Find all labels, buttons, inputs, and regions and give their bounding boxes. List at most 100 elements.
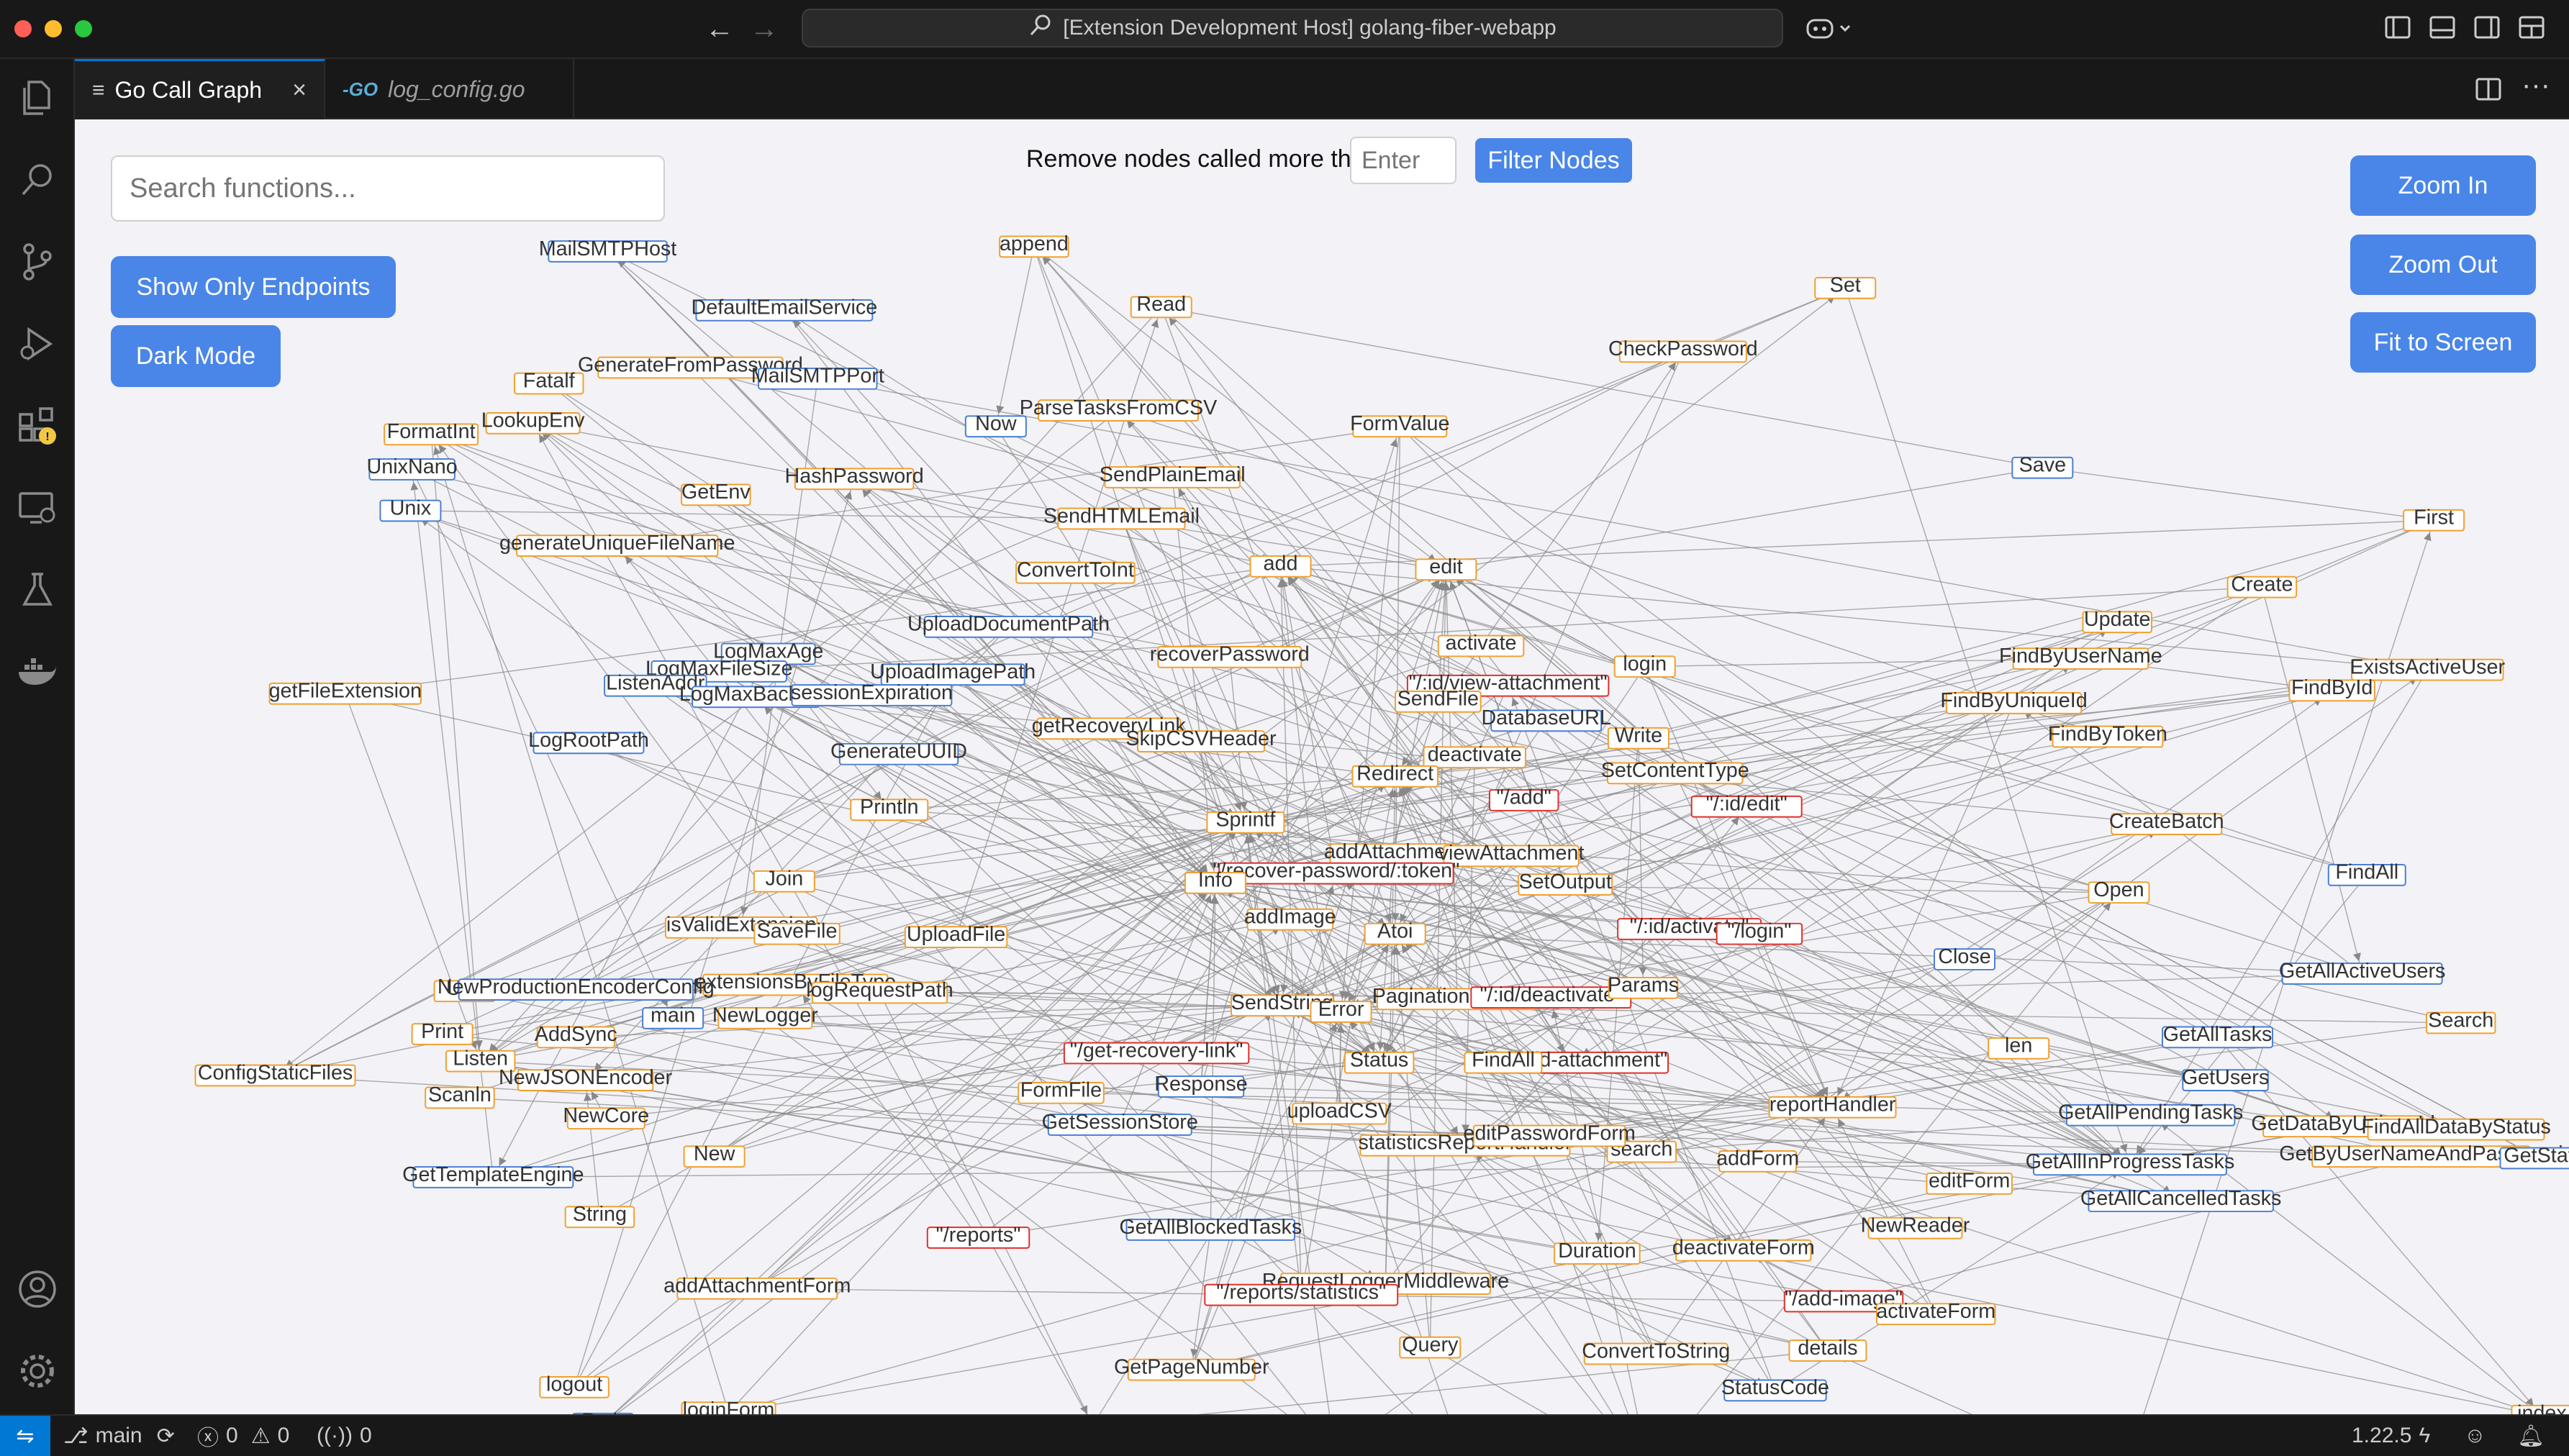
graph-node-sendplainemail[interactable]: SendPlainEmail xyxy=(1100,463,1246,488)
graph-node-getusers[interactable]: GetUsers xyxy=(2182,1066,2269,1091)
graph-node-add[interactable]: "/add" xyxy=(1488,786,1559,811)
graph-node-findbyusername[interactable]: FindByUserName xyxy=(1999,645,2162,670)
graph-node-databaseurl[interactable]: DatabaseURL xyxy=(1481,706,1611,732)
graph-node-editpasswordform[interactable]: editPasswordForm xyxy=(1463,1121,1636,1147)
graph-node-set[interactable]: Set xyxy=(1814,274,1877,299)
zoom-out-button[interactable]: Zoom Out xyxy=(2350,235,2536,295)
graph-node-update[interactable]: Update xyxy=(2082,608,2152,634)
graph-node-addsync[interactable]: AddSync xyxy=(535,1023,617,1049)
problems-indicator[interactable]: ⓧ 0 ⚠ 0 xyxy=(197,1416,289,1456)
graph-node-configstaticfiles[interactable]: ConfigStaticFiles xyxy=(194,1061,356,1087)
graph-node-params[interactable]: Params xyxy=(1608,974,1679,999)
graph-node-getallpendingtasks[interactable]: GetAllPendingTasks xyxy=(2058,1101,2243,1127)
graph-node-print[interactable]: Print xyxy=(411,1020,474,1045)
graph-node-reports[interactable]: "/reports" xyxy=(926,1224,1030,1249)
files-icon[interactable] xyxy=(16,76,59,119)
graph-node-recoverpassword[interactable]: recoverPassword xyxy=(1150,643,1310,668)
graph-node-append[interactable]: append xyxy=(999,232,1069,258)
search-icon[interactable] xyxy=(16,158,59,201)
toggle-secondary-sidebar-icon[interactable] xyxy=(2473,13,2504,45)
graph-node-unixnano[interactable]: UnixNano xyxy=(367,455,458,481)
call-graph-svg[interactable]: MailSMTPHost append Read Set DefaultEmailSer… xyxy=(75,119,2569,1414)
graph-node-join[interactable]: Join xyxy=(753,868,815,893)
graph-node-details[interactable]: details xyxy=(1788,1337,1867,1362)
back-arrow-icon[interactable]: ← xyxy=(702,10,737,47)
graph-node-error[interactable]: Error xyxy=(1310,998,1372,1023)
graph-node-redirect[interactable]: Redirect xyxy=(1351,763,1438,788)
graph-node-status[interactable]: Status xyxy=(1344,1049,1415,1074)
graph-node-edit[interactable]: edit xyxy=(1415,555,1477,581)
graph-node-get-recovery-link[interactable]: "/get-recovery-link" xyxy=(1063,1039,1250,1065)
close-window-button[interactable] xyxy=(14,20,32,37)
graph-node-converttoint[interactable]: ConvertToInt xyxy=(1015,559,1136,584)
graph-node-formvalue[interactable]: FormValue xyxy=(1350,412,1450,438)
graph-node-getallcancelledtasks[interactable]: GetAllCancelledTasks xyxy=(2080,1187,2281,1213)
testing-icon[interactable] xyxy=(16,568,59,611)
graph-node-parsetasksfromcsv[interactable]: ParseTasksFromCSV xyxy=(1020,396,1218,422)
graph-node-scanln[interactable]: Scanln xyxy=(425,1083,495,1109)
graph-node-defaultemailservice[interactable]: DefaultEmailService xyxy=(692,296,878,322)
zoom-in-button[interactable]: Zoom In xyxy=(2350,155,2536,216)
graph-node-newcore[interactable]: NewCore xyxy=(563,1104,649,1130)
graph-node-statuscode[interactable]: StatusCode xyxy=(1721,1376,1829,1402)
graph-node-getallblockedtasks[interactable]: GetAllBlockedTasks xyxy=(1119,1216,1302,1241)
graph-node-id-deactivate[interactable]: "/:id/deactivate" xyxy=(1470,983,1632,1009)
graph-node-login[interactable]: "/login" xyxy=(1716,919,1803,945)
call-graph-canvas[interactable]: MailSMTPHost append Read Set DefaultEmailSer… xyxy=(75,119,2569,1414)
graph-node-gettemplateengine[interactable]: GetTemplateEngine xyxy=(402,1163,584,1188)
max-calls-input[interactable] xyxy=(1350,137,1456,184)
graph-node-viewattachment[interactable]: viewAttachment xyxy=(1438,842,1585,868)
graph-node-createbatch[interactable]: CreateBatch xyxy=(2109,810,2224,835)
graph-node-sendfile[interactable]: SendFile xyxy=(1395,688,1482,713)
go-version-indicator[interactable]: 1.22.5 ϟ xyxy=(2352,1416,2430,1456)
graph-node-unix[interactable]: Unix xyxy=(379,496,442,522)
customize-layout-icon[interactable] xyxy=(2517,13,2549,45)
graph-node-activateform[interactable]: activateForm xyxy=(1876,1300,1996,1326)
graph-node-findalldatabystatus[interactable]: FindAllDataByStatus xyxy=(2361,1115,2551,1141)
toggle-primary-sidebar-icon[interactable] xyxy=(2383,13,2415,45)
graph-node-formatint[interactable]: FormatInt xyxy=(384,420,479,446)
graph-node-findall[interactable]: FindAll xyxy=(1464,1049,1543,1074)
more-actions-icon[interactable]: ··· xyxy=(2519,69,2553,109)
graph-node-logout[interactable]: logout xyxy=(539,1373,610,1398)
graph-node-id-edit[interactable]: "/:id/edit" xyxy=(1690,793,1803,818)
sync-icon[interactable]: ⟳ xyxy=(157,1424,175,1449)
settings-gear-icon[interactable] xyxy=(16,1350,59,1393)
graph-node-index[interactable]: index xyxy=(2511,1402,2569,1414)
graph-node-hashpassword[interactable]: HashPassword xyxy=(785,465,924,491)
graph-node-getfileextension[interactable]: getFileExtension xyxy=(268,680,422,705)
split-editor-icon[interactable] xyxy=(2474,75,2503,104)
graph-node-findbyuniqueid[interactable]: FindByUniqueId xyxy=(1940,689,2088,714)
graph-node-deactivateform[interactable]: deactivateForm xyxy=(1672,1237,1815,1262)
graph-node-newlogger[interactable]: NewLogger xyxy=(712,1004,818,1029)
graph-node-getenv[interactable]: GetEnv xyxy=(681,481,751,506)
account-icon[interactable] xyxy=(16,1268,59,1311)
graph-node-skipcsvheader[interactable]: SkipCSVHeader xyxy=(1125,727,1277,752)
graph-node-response[interactable]: Response xyxy=(1154,1073,1248,1098)
graph-node-create[interactable]: Create xyxy=(2226,573,2298,599)
graph-node-logrequestpath[interactable]: logRequestPath xyxy=(806,978,953,1004)
graph-node-findbyid[interactable]: FindById xyxy=(2288,676,2375,702)
forward-arrow-icon[interactable]: → xyxy=(747,10,781,47)
copilot-status[interactable]: ☺ xyxy=(2464,1416,2486,1456)
graph-node-sendhtmlemail[interactable]: SendHTMLEmail xyxy=(1043,504,1200,530)
graph-node-uploaddocumentpath[interactable]: UploadDocumentPath xyxy=(907,613,1110,638)
graph-node-login[interactable]: login xyxy=(1613,652,1676,678)
graph-node-findall[interactable]: FindAll xyxy=(2327,861,2406,886)
fit-to-screen-button[interactable]: Fit to Screen xyxy=(2350,312,2536,373)
graph-node-editform[interactable]: editForm xyxy=(1926,1170,2013,1195)
remote-indicator[interactable]: ⇋ xyxy=(0,1416,50,1456)
graph-node-getallinprogresstasks[interactable]: GetAllInProgressTasks xyxy=(2026,1150,2235,1176)
graph-node-generateuniquefilename[interactable]: generateUniqueFileName xyxy=(499,532,735,557)
show-only-endpoints-button[interactable]: Show Only Endpoints xyxy=(111,256,396,318)
graph-node-getsessionstore[interactable]: GetSessionStore xyxy=(1042,1111,1198,1136)
graph-node-setcontenttype[interactable]: SetContentType xyxy=(1601,759,1749,785)
run-debug-icon[interactable] xyxy=(16,322,59,365)
graph-node-duration[interactable]: Duration xyxy=(1554,1239,1641,1265)
docker-icon[interactable] xyxy=(16,650,59,693)
graph-node-atoi[interactable]: Atoi xyxy=(1364,919,1426,945)
graph-node-write[interactable]: Write xyxy=(1607,724,1669,750)
graph-node-search[interactable]: Search xyxy=(2425,1009,2496,1034)
graph-node-len[interactable]: len xyxy=(1988,1034,2050,1060)
graph-node-getalltasks[interactable]: GetAllTasks xyxy=(2162,1023,2273,1049)
